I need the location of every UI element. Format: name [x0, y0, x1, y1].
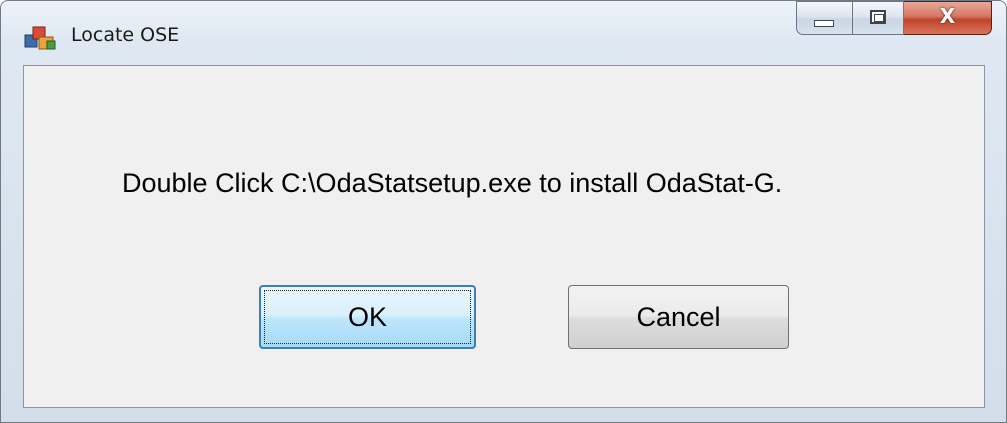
minimize-icon	[814, 20, 834, 27]
window-title: Locate OSE	[71, 24, 180, 46]
close-button[interactable]: X	[904, 1, 992, 35]
minimize-button[interactable]	[796, 1, 852, 35]
dialog-body: Double Click C:\OdaStatsetup.exe to inst…	[23, 65, 985, 408]
caption-buttons: X	[796, 1, 992, 37]
maximize-icon	[870, 10, 886, 24]
application-icon	[23, 23, 63, 53]
title-bar[interactable]: Locate OSE X	[1, 1, 1006, 65]
dialog-window: Locate OSE X Double Click C:\OdaStatsetu…	[0, 0, 1007, 423]
focus-rectangle	[264, 290, 471, 344]
cancel-button-label: Cancel	[636, 301, 721, 332]
close-icon: X	[939, 4, 956, 28]
maximize-button[interactable]	[852, 1, 904, 35]
cancel-button[interactable]: Cancel	[568, 285, 789, 349]
instruction-message: Double Click C:\OdaStatsetup.exe to inst…	[122, 168, 783, 198]
ok-button[interactable]: OK	[259, 285, 476, 349]
